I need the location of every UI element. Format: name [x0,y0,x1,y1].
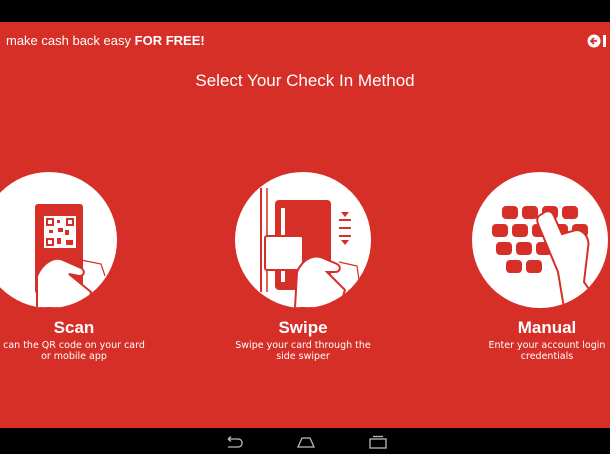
swipe-illustration [235,172,371,308]
scan-illustration [0,172,117,308]
swipe-label: Swipe [278,318,328,337]
tagline-highlight: FOR FREE! [134,33,205,48]
home-icon[interactable] [294,434,318,448]
status-bar [0,0,610,22]
manual-description: Enter your account login credentials [488,340,606,362]
card-swipe-icon [260,188,360,308]
manual-label: Manual [517,318,577,337]
scan-label: Scan [53,318,95,337]
top-bar: make cash back easy FOR FREE! [0,22,610,60]
keyboard-icon [492,206,604,308]
scan-description: can the QR code on your card or mobile a… [3,340,145,362]
scan-method-option[interactable]: Scan can the QR code on your card or mob… [0,172,149,372]
tagline-prefix: make cash back easy [6,33,132,48]
back-icon[interactable] [222,434,246,448]
device-screen: make cash back easy FOR FREE! Select You… [0,0,610,454]
app-screen: make cash back easy FOR FREE! Select You… [0,22,610,428]
recents-icon[interactable] [366,434,390,449]
swipe-description: Swipe your card through the side swiper [235,340,371,362]
page-title: Select Your Check In Method [195,71,415,90]
manual-method-option[interactable]: Manual Enter your account login credenti… [472,172,610,372]
system-nav-bar [0,428,610,454]
arrow-left-circle-icon [587,34,606,48]
swipe-method-option[interactable]: Swipe Swipe your card through the side s… [228,172,378,372]
qr-card-icon [35,204,106,308]
manual-illustration [472,172,608,308]
back-button[interactable] [586,32,610,50]
tagline: make cash back easy FOR FREE! [6,33,205,48]
